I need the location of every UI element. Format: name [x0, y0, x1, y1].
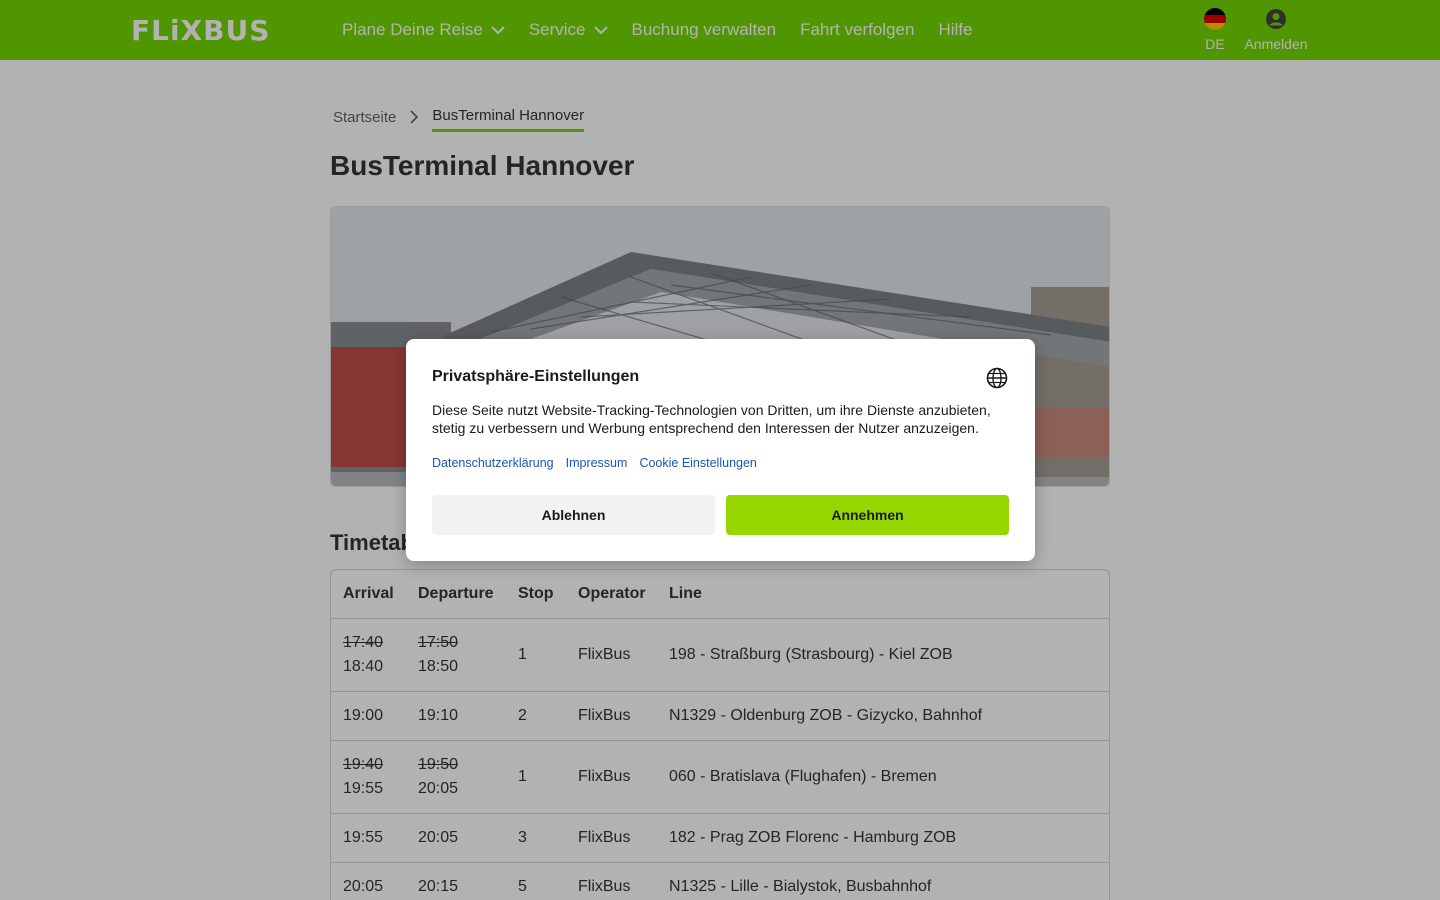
dialog-description: Diese Seite nutzt Website-Tracking-Techn… — [432, 402, 991, 436]
privacy-consent-dialog: Privatsphäre-Einstellungen Diese Seite n… — [406, 339, 1035, 561]
dialog-links: Datenschutzerklärung Impressum Cookie Ei… — [432, 456, 769, 470]
globe-icon[interactable] — [986, 367, 1008, 394]
accept-button[interactable]: Annehmen — [726, 495, 1009, 535]
decline-button[interactable]: Ablehnen — [432, 495, 715, 535]
cookie-settings-link[interactable]: Cookie Einstellungen — [639, 456, 756, 470]
imprint-link[interactable]: Impressum — [566, 456, 628, 470]
privacy-policy-link[interactable]: Datenschutzerklärung — [432, 456, 554, 470]
dialog-title: Privatsphäre-Einstellungen — [432, 368, 640, 385]
